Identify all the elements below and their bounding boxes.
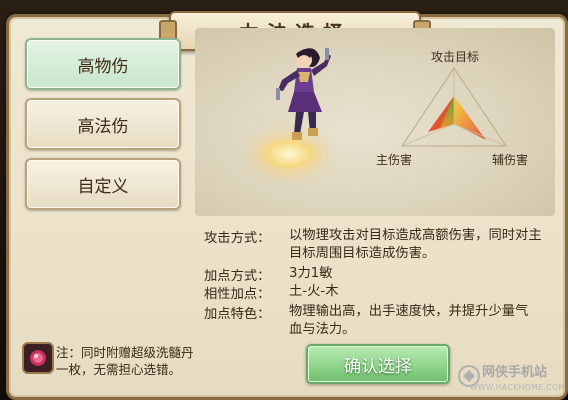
trait-line1: 物理输出高，出手速度快，并提升少量气 <box>289 304 529 319</box>
attack-mode-line1: 以物理攻击对目标造成高额伤害，同时对主 <box>289 228 542 243</box>
points-value: 3力1敏 <box>289 266 333 281</box>
confirm-selection-button[interactable]: 确认选择 <box>306 344 450 384</box>
option-label: 自定义 <box>77 176 129 197</box>
trait-key: 加点特色： <box>204 307 271 322</box>
option-label: 高法伤 <box>77 116 129 137</box>
note-line1: 注：同时附赠超级洗髓丹 <box>56 345 194 360</box>
option-high-physical-button[interactable]: 高物伤 <box>25 38 181 90</box>
character-sprite-icon <box>276 48 331 140</box>
option-custom-button[interactable]: 自定义 <box>25 158 181 210</box>
watermark-url: WWW.HACKHOME.COM <box>470 383 566 392</box>
confirm-label: 确认选择 <box>344 356 412 377</box>
points-key: 加点方式： <box>204 269 271 284</box>
option-high-magic-button[interactable]: 高法伤 <box>25 98 181 150</box>
attack-mode-key: 攻击方式： <box>204 231 271 246</box>
watermark-text: 网侠手机站 <box>482 365 548 380</box>
trait-line2: 血与法力。 <box>289 322 356 337</box>
game-screen: 力法选择 高物伤 高法伤 自定义 攻击目标 主伤害 辅伤害 <box>0 0 568 400</box>
cleanse-pill-item-icon[interactable] <box>22 342 54 374</box>
affinity-key: 相性加点： <box>204 287 271 302</box>
affinity-value: 土-火-木 <box>289 284 339 299</box>
bonus-note: 注：同时附赠超级洗髓丹 一枚，无需担心选错。 <box>56 344 206 378</box>
radar-segment-right <box>454 96 486 140</box>
attribute-radar-chart <box>401 67 507 147</box>
attack-mode-line2: 目标周围目标造成伤害。 <box>289 246 436 261</box>
note-line2: 一枚，无需担心选错。 <box>56 362 182 377</box>
option-label: 高物伤 <box>77 56 129 77</box>
